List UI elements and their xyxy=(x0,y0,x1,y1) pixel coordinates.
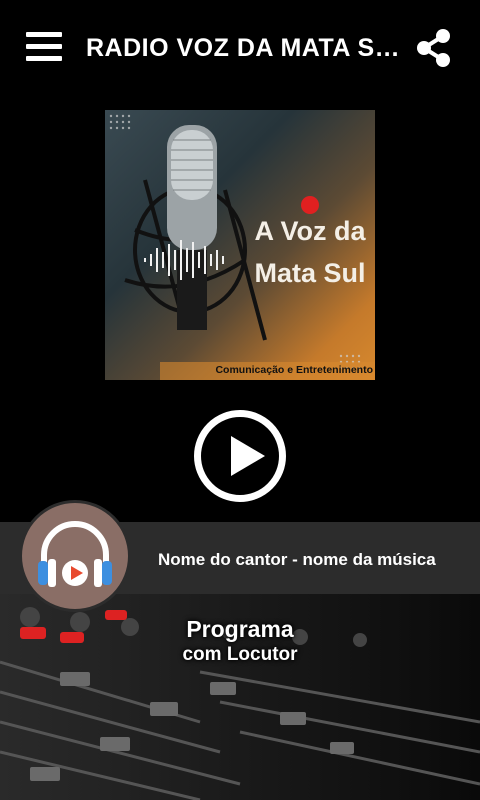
now-playing-track: Nome do cantor - nome da música xyxy=(158,550,436,569)
share-icon[interactable] xyxy=(414,28,454,68)
app-title: RADIO VOZ DA MATA SUL xyxy=(86,34,402,62)
play-button[interactable] xyxy=(194,410,286,502)
program-avatar xyxy=(19,500,131,612)
program-info: Programa com Locutor xyxy=(0,615,480,667)
cover-subtitle: Comunicação e Entretenimento xyxy=(215,364,373,376)
program-name: Programa xyxy=(186,616,294,642)
play-icon xyxy=(231,436,265,476)
cover-title-line1: A Voz da xyxy=(254,216,366,246)
headphones-icon xyxy=(38,521,112,587)
cover-title-line2: Mata Sul xyxy=(254,258,366,288)
cover-title: A Voz da Mata Sul xyxy=(251,210,369,294)
menu-icon[interactable] xyxy=(26,30,64,64)
station-cover-art: A Voz da Mata Sul Comunicação e Entreten… xyxy=(105,110,375,380)
app-bar: RADIO VOZ DA MATA SUL xyxy=(0,0,480,96)
program-host: com Locutor xyxy=(182,644,298,665)
